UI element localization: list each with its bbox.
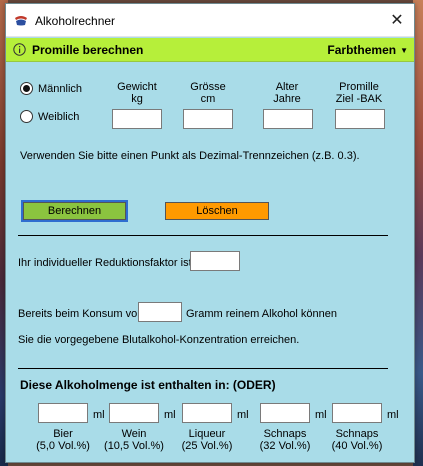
promille-label: Promille Ziel -BAK xyxy=(324,81,394,105)
wine-abv: (10,5 Vol.%) xyxy=(104,440,164,452)
schnaps32-abv: (32 Vol.%) xyxy=(259,440,311,452)
weight-label-line2: kg xyxy=(131,93,143,105)
promille-label-line2: Ziel -BAK xyxy=(335,93,383,105)
schnaps32-name: Schnaps xyxy=(263,428,307,440)
age-input[interactable] xyxy=(263,109,313,129)
reduction-factor-label: Ihr individueller Reduktionsfaktor ist xyxy=(18,257,192,269)
radio-female-circle[interactable] xyxy=(20,110,33,123)
height-label-line2: cm xyxy=(200,93,216,105)
weight-input[interactable] xyxy=(112,109,162,129)
consumption-line2: Sie die vorgegebene Blutalkohol-Konzentr… xyxy=(18,334,300,346)
radio-male[interactable]: Männlich xyxy=(20,82,82,95)
age-label: Alter Jahre xyxy=(252,81,322,105)
height-input[interactable] xyxy=(183,109,233,129)
weight-label-line1: Gewicht xyxy=(117,81,157,93)
close-button[interactable]: ✕ xyxy=(380,4,414,36)
window-title: Alkoholrechner xyxy=(35,14,116,28)
drinks-heading: Diese Alkoholmenge ist enthalten in: (OD… xyxy=(20,378,276,392)
decimal-hint: Verwenden Sie bitte einen Punkt als Dezi… xyxy=(20,150,360,162)
radio-male-label: Männlich xyxy=(38,82,83,95)
beer-label: Bier (5,0 Vol.%) xyxy=(28,428,98,452)
schnaps40-label: Schnaps (40 Vol.%) xyxy=(322,428,392,452)
schnaps32-ml-input[interactable] xyxy=(260,403,310,423)
schnaps40-ml-input[interactable] xyxy=(332,403,382,423)
unit-label: ml xyxy=(237,409,249,421)
beer-name: Bier xyxy=(53,428,73,440)
beer-ml-input[interactable] xyxy=(38,403,88,423)
reduction-factor-output[interactable] xyxy=(190,251,240,271)
height-label-line1: Grösse xyxy=(190,81,226,93)
close-icon: ✕ xyxy=(390,12,404,29)
radio-female-label: Weiblich xyxy=(38,110,80,123)
consumption-prefix: Bereits beim Konsum von xyxy=(18,308,144,320)
liqueur-ml-input[interactable] xyxy=(182,403,232,423)
schnaps40-abv: (40 Vol.%) xyxy=(331,440,383,452)
app-icon xyxy=(15,16,27,26)
liqueur-name: Liqueur xyxy=(188,428,226,440)
radio-female[interactable]: Weiblich xyxy=(20,110,79,123)
unit-label: ml xyxy=(315,409,327,421)
age-label-line1: Alter xyxy=(275,81,299,93)
radio-male-circle[interactable] xyxy=(20,82,33,95)
color-themes-menu[interactable]: Farbthemen ▼ xyxy=(327,43,408,57)
beer-abv: (5,0 Vol.%) xyxy=(36,440,90,452)
schnaps32-label: Schnaps (32 Vol.%) xyxy=(250,428,320,452)
wine-label: Wein (10,5 Vol.%) xyxy=(99,428,169,452)
consumption-suffix: Gramm reinem Alkohol können xyxy=(186,308,338,320)
liqueur-abv: (25 Vol.%) xyxy=(181,440,233,452)
liqueur-label: Liqueur (25 Vol.%) xyxy=(172,428,242,452)
alcohol-grams-output[interactable] xyxy=(138,302,182,322)
title-bar[interactable]: Alkoholrechner ✕ xyxy=(6,4,414,37)
chevron-down-icon: ▼ xyxy=(400,45,408,55)
unit-label: ml xyxy=(387,409,399,421)
weight-label: Gewicht kg xyxy=(102,81,172,105)
divider xyxy=(18,235,388,236)
calculate-button[interactable]: Berechnen xyxy=(21,200,128,222)
wine-name: Wein xyxy=(121,428,147,440)
promille-input[interactable] xyxy=(335,109,385,129)
clear-button[interactable]: Löschen xyxy=(165,202,269,220)
unit-label: ml xyxy=(164,409,176,421)
unit-label: ml xyxy=(93,409,105,421)
app-window: Alkoholrechner ✕ Promille berechnen Farb… xyxy=(5,3,415,463)
promille-label-line1: Promille xyxy=(339,81,379,93)
color-themes-label: Farbthemen xyxy=(327,43,397,57)
toolbar-title: Promille berechnen xyxy=(32,43,144,57)
wine-ml-input[interactable] xyxy=(109,403,159,423)
toolbar: Promille berechnen Farbthemen ▼ xyxy=(6,38,414,62)
height-label: Grösse cm xyxy=(173,81,243,105)
divider xyxy=(18,368,388,369)
schnaps40-name: Schnaps xyxy=(335,428,379,440)
age-label-line2: Jahre xyxy=(273,93,301,105)
info-icon xyxy=(13,43,26,56)
